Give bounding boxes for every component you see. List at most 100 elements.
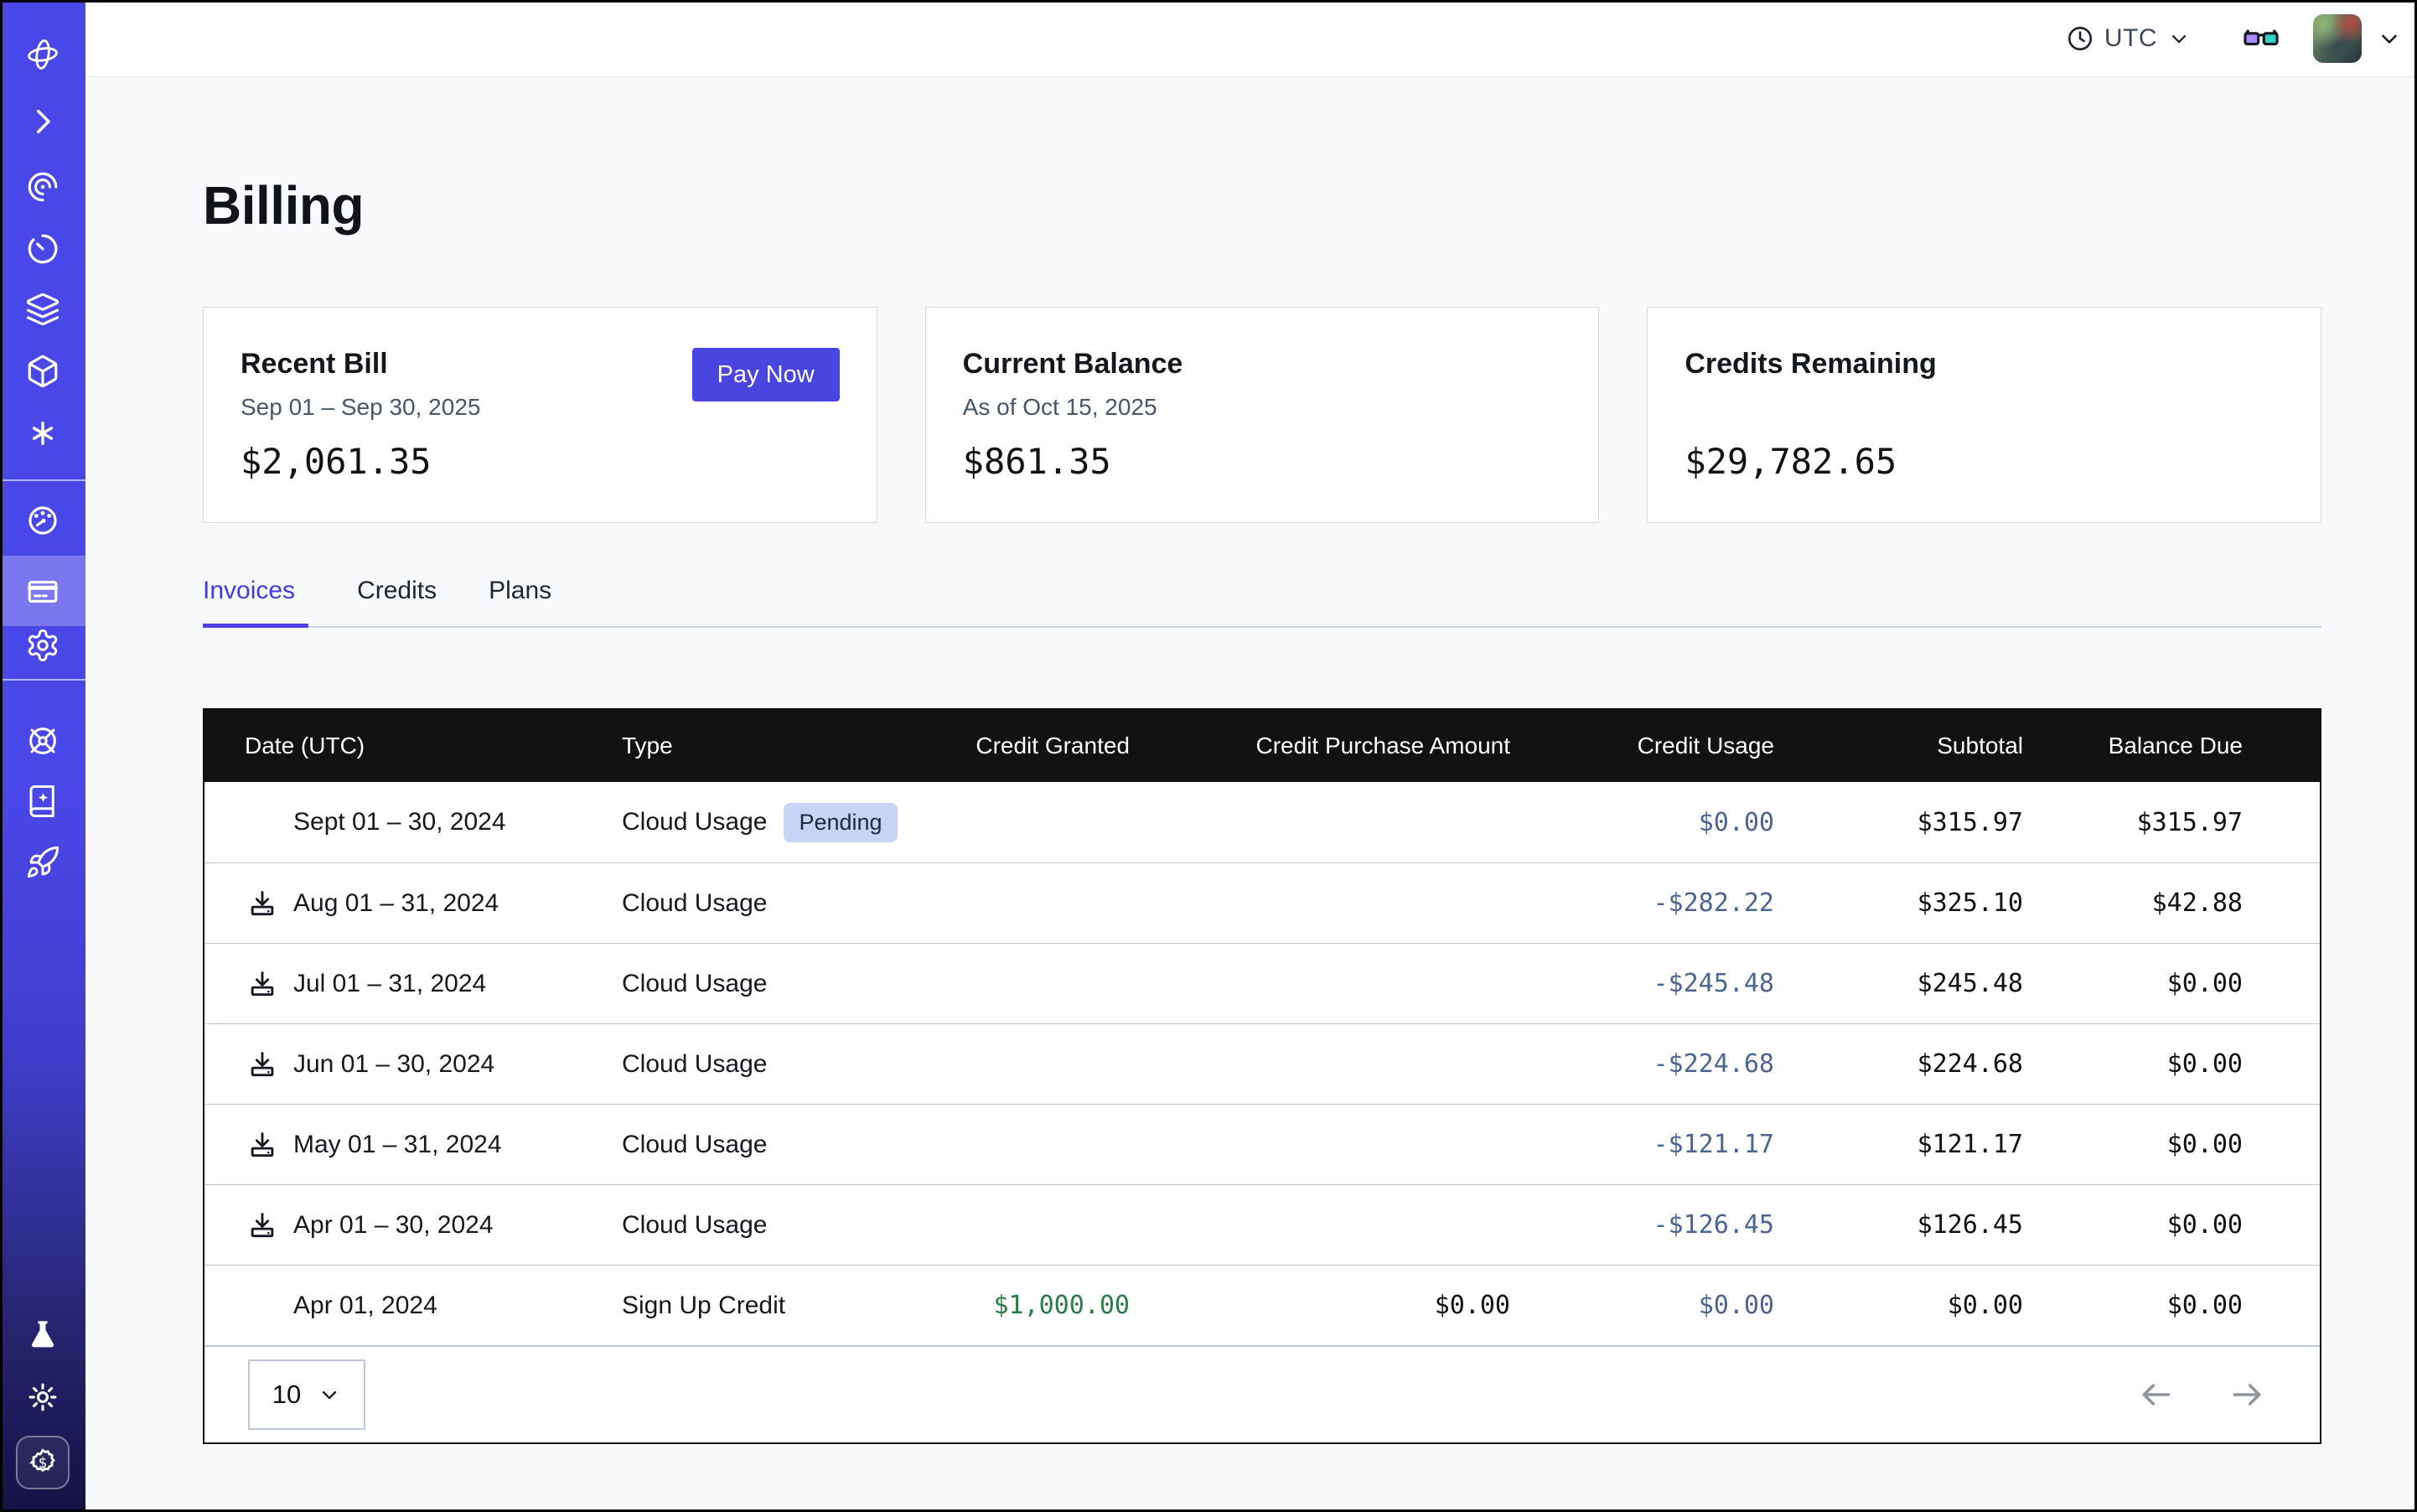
invoice-date: Jun 01 – 30, 2024 bbox=[293, 1050, 494, 1079]
cube-icon[interactable] bbox=[24, 353, 61, 390]
balance-due-value: $42.88 bbox=[2043, 888, 2323, 918]
sidebar-collapse-chevron-right-icon[interactable] bbox=[24, 103, 61, 140]
subtotal-value: $121.17 bbox=[1794, 1130, 2043, 1159]
invoice-date-cell: Apr 01 – 30, 2024 bbox=[204, 1208, 582, 1243]
topbar: UTC bbox=[85, 0, 2417, 77]
credit-usage-value: $0.00 bbox=[1530, 1291, 1794, 1320]
table-row: Jun 01 – 30, 2024 Cloud Usage -$224.68$224… bbox=[204, 1023, 2320, 1104]
sidebar-divider bbox=[0, 679, 85, 681]
invoice-date-cell: Jul 01 – 31, 2024 bbox=[204, 966, 582, 1002]
layers-icon[interactable] bbox=[24, 291, 61, 328]
invoice-date: Apr 01 – 30, 2024 bbox=[293, 1211, 494, 1240]
page-size-value: 10 bbox=[272, 1380, 301, 1410]
invoices-table: Date (UTC) Type Credit Granted Credit Pu… bbox=[203, 708, 2321, 1444]
column-header-credit-purchase: Credit Purchase Amount bbox=[1150, 733, 1530, 759]
table-row: Sept 01 – 30, 2024 Cloud Usage Pending $0.0… bbox=[204, 782, 2320, 862]
balance-as-of-date: As of Oct 15, 2025 bbox=[963, 394, 1562, 421]
column-header-credit-usage: Credit Usage bbox=[1530, 733, 1794, 759]
clock-icon bbox=[2066, 24, 2094, 53]
credits-remaining-card: Credits Remaining $29,782.65 bbox=[1647, 307, 2321, 523]
invoice-date: Jul 01 – 31, 2024 bbox=[293, 970, 486, 998]
summary-cards: Recent Bill Sep 01 – Sep 30, 2025 $2,061… bbox=[203, 307, 2321, 523]
invoice-date-cell: Aug 01 – 31, 2024 bbox=[204, 886, 582, 921]
chevron-down-icon bbox=[2167, 27, 2191, 50]
column-header-balance-due: Balance Due bbox=[2043, 733, 2323, 759]
balance-due-value: $0.00 bbox=[2043, 1291, 2323, 1320]
recent-bill-amount: $2,061.35 bbox=[241, 441, 840, 482]
invoice-type: Cloud Usage bbox=[622, 1131, 767, 1159]
arrow-left-icon bbox=[2138, 1376, 2175, 1413]
balance-due-value: $315.97 bbox=[2043, 808, 2323, 837]
subtotal-value: $245.48 bbox=[1794, 969, 2043, 998]
balance-due-value: $0.00 bbox=[2043, 1210, 2323, 1240]
next-page-button[interactable] bbox=[2228, 1375, 2266, 1414]
status-badge: Pending bbox=[784, 803, 897, 842]
download-invoice-icon[interactable] bbox=[245, 1127, 280, 1162]
reader-mode-button[interactable] bbox=[2243, 20, 2280, 57]
invoice-date-cell: Sept 01 – 30, 2024 bbox=[204, 808, 582, 836]
money-badge-icon: $ bbox=[26, 1446, 60, 1479]
credit-granted-value: $1,000.00 bbox=[903, 1291, 1150, 1320]
column-header-credit-granted: Credit Granted bbox=[903, 733, 1150, 759]
subtotal-value: $325.10 bbox=[1794, 888, 2043, 918]
tab-invoices[interactable]: Invoices bbox=[203, 577, 308, 628]
tab-plans[interactable]: Plans bbox=[489, 577, 555, 626]
table-row: Aug 01 – 31, 2024Cloud Usage-$282.22$325… bbox=[204, 862, 2320, 943]
history-clock-icon[interactable] bbox=[24, 230, 61, 267]
spiral-eye-icon[interactable] bbox=[24, 168, 61, 205]
column-header-subtotal: Subtotal bbox=[1794, 733, 2043, 759]
credit-usage-value: -$224.68 bbox=[1530, 1049, 1794, 1079]
invoice-type-cell: Cloud Usage bbox=[582, 1050, 903, 1079]
invoice-date: May 01 – 31, 2024 bbox=[293, 1131, 502, 1159]
subtotal-value: $126.45 bbox=[1794, 1210, 2043, 1240]
download-invoice-icon[interactable] bbox=[245, 966, 280, 1002]
invoice-type: Cloud Usage bbox=[622, 808, 767, 836]
sun-brightness-icon[interactable] bbox=[24, 1379, 61, 1416]
avatar[interactable] bbox=[2313, 14, 2362, 63]
pagination-bar: 10 bbox=[204, 1345, 2320, 1442]
helm-wheel-icon[interactable] bbox=[24, 722, 61, 759]
asterisk-icon[interactable] bbox=[24, 415, 61, 452]
billing-card-icon[interactable] bbox=[24, 573, 61, 610]
column-header-type: Type bbox=[582, 733, 903, 759]
glasses-icon bbox=[2243, 20, 2280, 57]
balance-due-value: $0.00 bbox=[2043, 969, 2323, 998]
download-invoice-icon[interactable] bbox=[245, 1047, 280, 1082]
account-menu-button[interactable] bbox=[2377, 26, 2402, 51]
arrow-right-icon bbox=[2228, 1376, 2265, 1413]
book-sparkle-icon[interactable] bbox=[24, 783, 61, 820]
invoice-type: Cloud Usage bbox=[622, 1050, 767, 1079]
card-title: Credits Remaining bbox=[1685, 348, 2284, 381]
gauge-dashboard-icon[interactable] bbox=[24, 502, 61, 539]
page-size-select[interactable]: 10 bbox=[248, 1359, 365, 1430]
invoice-type-cell: Sign Up Credit bbox=[582, 1292, 903, 1320]
download-invoice-icon[interactable] bbox=[245, 886, 280, 921]
timezone-selector[interactable]: UTC bbox=[2066, 24, 2191, 53]
chevron-down-icon bbox=[2377, 26, 2402, 51]
invoice-type: Cloud Usage bbox=[622, 889, 767, 918]
pay-now-button[interactable]: Pay Now bbox=[692, 348, 840, 401]
balance-due-value: $0.00 bbox=[2043, 1130, 2323, 1159]
current-balance-card: Current Balance As of Oct 15, 2025 $861.… bbox=[925, 307, 1600, 523]
chevron-down-icon bbox=[318, 1383, 341, 1406]
credit-purchase-amount-value: $0.00 bbox=[1150, 1291, 1530, 1320]
timezone-label: UTC bbox=[2104, 24, 2157, 53]
orbit-logo-icon[interactable] bbox=[24, 36, 61, 73]
previous-page-button[interactable] bbox=[2137, 1375, 2176, 1414]
invoice-type-cell: Cloud Usage bbox=[582, 1211, 903, 1240]
credit-usage-value: $0.00 bbox=[1530, 808, 1794, 837]
sidebar: $ bbox=[0, 0, 85, 1512]
page-title: Billing bbox=[203, 174, 2321, 236]
flask-icon[interactable] bbox=[24, 1317, 61, 1354]
table-row: Apr 01 – 30, 2024Cloud Usage-$126.45$126… bbox=[204, 1184, 2320, 1265]
tab-credits[interactable]: Credits bbox=[357, 577, 440, 626]
rocket-icon[interactable] bbox=[24, 844, 61, 881]
invoice-type-cell: Cloud Usage Pending bbox=[582, 803, 903, 842]
gear-settings-icon[interactable] bbox=[24, 627, 61, 664]
download-invoice-icon[interactable] bbox=[245, 1208, 280, 1243]
money-badge-button[interactable]: $ bbox=[16, 1436, 70, 1489]
subtotal-value: $224.68 bbox=[1794, 1049, 2043, 1079]
credits-remaining-amount: $29,782.65 bbox=[1685, 441, 2284, 482]
invoice-date-cell: Apr 01, 2024 bbox=[204, 1292, 582, 1320]
invoice-date: Aug 01 – 31, 2024 bbox=[293, 889, 499, 918]
